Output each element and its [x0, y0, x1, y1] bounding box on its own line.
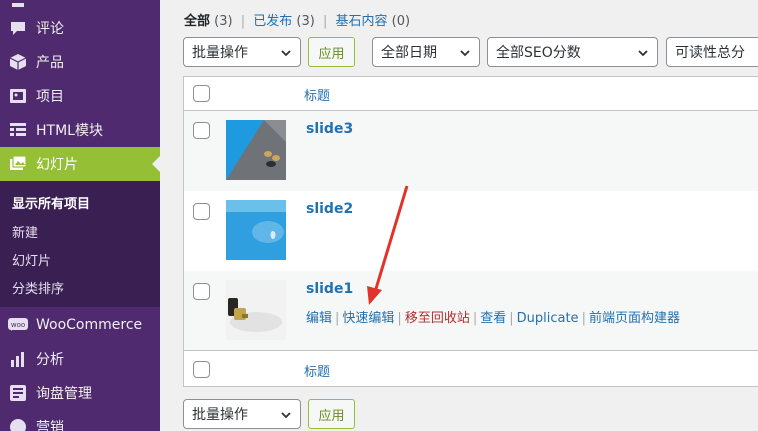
column-title-header[interactable]: 标题	[304, 85, 330, 104]
sidebar-item-slides[interactable]: 幻灯片	[0, 147, 160, 181]
date-filter-value: 全部日期	[381, 45, 437, 61]
row-checkbox[interactable]	[193, 283, 210, 300]
submenu-slides-category[interactable]: 幻灯片	[12, 250, 51, 269]
sidebar-item-marketing[interactable]: 营销	[0, 410, 160, 431]
duplicate-link[interactable]: Duplicate	[517, 311, 579, 326]
sidebar-item-label: HTML模块	[36, 123, 103, 139]
seo-score-select[interactable]: 全部SEO分数	[487, 37, 658, 67]
bulk-action-value: 批量操作	[192, 45, 248, 61]
edit-link[interactable]: 编辑	[306, 311, 332, 326]
sidebar-item-analytics[interactable]: 分析	[0, 342, 160, 376]
quick-edit-link[interactable]: 快速编辑	[342, 311, 394, 326]
select-all-checkbox[interactable]	[193, 85, 210, 102]
chevron-down-icon	[281, 412, 291, 419]
readability-score-select[interactable]: 可读性总分	[666, 37, 758, 67]
slides-icon	[8, 154, 28, 174]
chevron-down-icon	[281, 50, 291, 57]
row-checkbox[interactable]	[193, 122, 210, 139]
svg-text:woo: woo	[11, 321, 25, 329]
post-title-link[interactable]: slide1	[306, 281, 353, 297]
sidebar-item-inquiries[interactable]: 询盘管理	[0, 376, 160, 410]
sidebar-item-comments[interactable]: 评论	[0, 11, 160, 45]
posts-table: 标题 slide3 slide2 slide1 编辑 | 快速编辑 | 移至回收…	[183, 76, 758, 387]
slide-thumbnail[interactable]	[226, 120, 286, 180]
submenu-category-order[interactable]: 分类排序	[12, 278, 64, 297]
slides-submenu: 显示所有项目 新建 幻灯片 分类排序	[0, 181, 160, 307]
status-all-count: (3)	[214, 14, 233, 29]
table-header: 标题	[184, 77, 758, 111]
sidebar-item-label: 评论	[36, 21, 64, 37]
sidebar-item-label: 分析	[36, 352, 64, 368]
table-row: slide3	[184, 111, 758, 191]
readability-score-value: 可读性总分	[675, 45, 745, 61]
table-row: slide2	[184, 191, 758, 271]
table-footer: 标题	[184, 352, 758, 386]
column-title-footer[interactable]: 标题	[304, 361, 330, 380]
admin-sidebar: 评论 产品 项目 HTML模块 幻灯片 显示所有项目 新建 幻灯片 分类排序 w…	[0, 0, 160, 431]
grid-icon	[8, 120, 28, 140]
slide-thumbnail[interactable]	[226, 280, 286, 340]
portfolio-icon	[8, 86, 28, 106]
sidebar-item-label: 项目	[36, 89, 64, 105]
status-separator: |	[322, 14, 328, 29]
row-actions: 编辑 | 快速编辑 | 移至回收站 | 查看 | Duplicate | 前端页面构建器	[306, 307, 680, 326]
seo-score-value: 全部SEO分数	[496, 45, 581, 61]
sidebar-item-label: 产品	[36, 55, 64, 71]
megaphone-icon	[8, 417, 28, 431]
post-title-link[interactable]: slide2	[306, 201, 353, 217]
status-published-count: (3)	[296, 14, 315, 29]
row-checkbox[interactable]	[193, 203, 210, 220]
slide-thumbnail[interactable]	[226, 200, 286, 260]
action-separator: |	[335, 311, 340, 326]
sidebar-item-portfolio[interactable]: 项目	[0, 79, 160, 113]
bar-chart-icon	[8, 349, 28, 369]
woo-icon: woo	[8, 315, 28, 335]
status-cornerstone-link[interactable]: 基石内容	[336, 14, 388, 29]
sidebar-item-label: 营销	[36, 420, 64, 431]
sidebar-item-label: WooCommerce	[36, 317, 143, 333]
inquiry-icon	[8, 383, 28, 403]
bulk-action-select[interactable]: 批量操作	[183, 37, 301, 67]
frontend-builder-link[interactable]: 前端页面构建器	[589, 311, 680, 326]
submenu-add-new[interactable]: 新建	[12, 222, 38, 241]
post-status-filter: 全部 (3) | 已发布 (3) | 基石内容 (0)	[184, 10, 410, 29]
action-separator: |	[581, 311, 586, 326]
table-row: slide1 编辑 | 快速编辑 | 移至回收站 | 查看 | Duplicate | 前端页面构建…	[184, 271, 758, 351]
status-cornerstone-count: (0)	[391, 14, 411, 29]
apply-button[interactable]: 应用	[308, 37, 355, 67]
select-all-checkbox[interactable]	[193, 361, 210, 378]
bulk-action-select-bottom[interactable]: 批量操作	[183, 399, 301, 429]
apply-button-bottom[interactable]: 应用	[308, 399, 355, 429]
sidebar-item-label: 询盘管理	[36, 386, 92, 402]
view-link[interactable]: 查看	[480, 311, 506, 326]
sidebar-item-products[interactable]: 产品	[0, 45, 160, 79]
chevron-down-icon	[638, 50, 648, 57]
chevron-down-icon	[460, 50, 470, 57]
sidebar-item-html-modules[interactable]: HTML模块	[0, 113, 160, 147]
comment-icon	[8, 18, 28, 38]
status-all-link[interactable]: 全部	[184, 14, 210, 29]
action-separator: |	[509, 311, 514, 326]
bulk-action-value: 批量操作	[192, 407, 248, 423]
status-published-link[interactable]: 已发布	[253, 14, 292, 29]
submenu-all-items[interactable]: 显示所有项目	[12, 193, 90, 212]
trash-link[interactable]: 移至回收站	[405, 311, 470, 326]
action-separator: |	[397, 311, 402, 326]
date-filter-select[interactable]: 全部日期	[372, 37, 480, 67]
sidebar-item-woocommerce[interactable]: woo WooCommerce	[0, 308, 160, 342]
action-separator: |	[472, 311, 478, 326]
post-title-link[interactable]: slide3	[306, 121, 353, 137]
pin-icon	[8, 0, 28, 10]
box-icon	[8, 52, 28, 72]
status-separator: |	[240, 14, 246, 29]
sidebar-item-label: 幻灯片	[36, 157, 78, 173]
